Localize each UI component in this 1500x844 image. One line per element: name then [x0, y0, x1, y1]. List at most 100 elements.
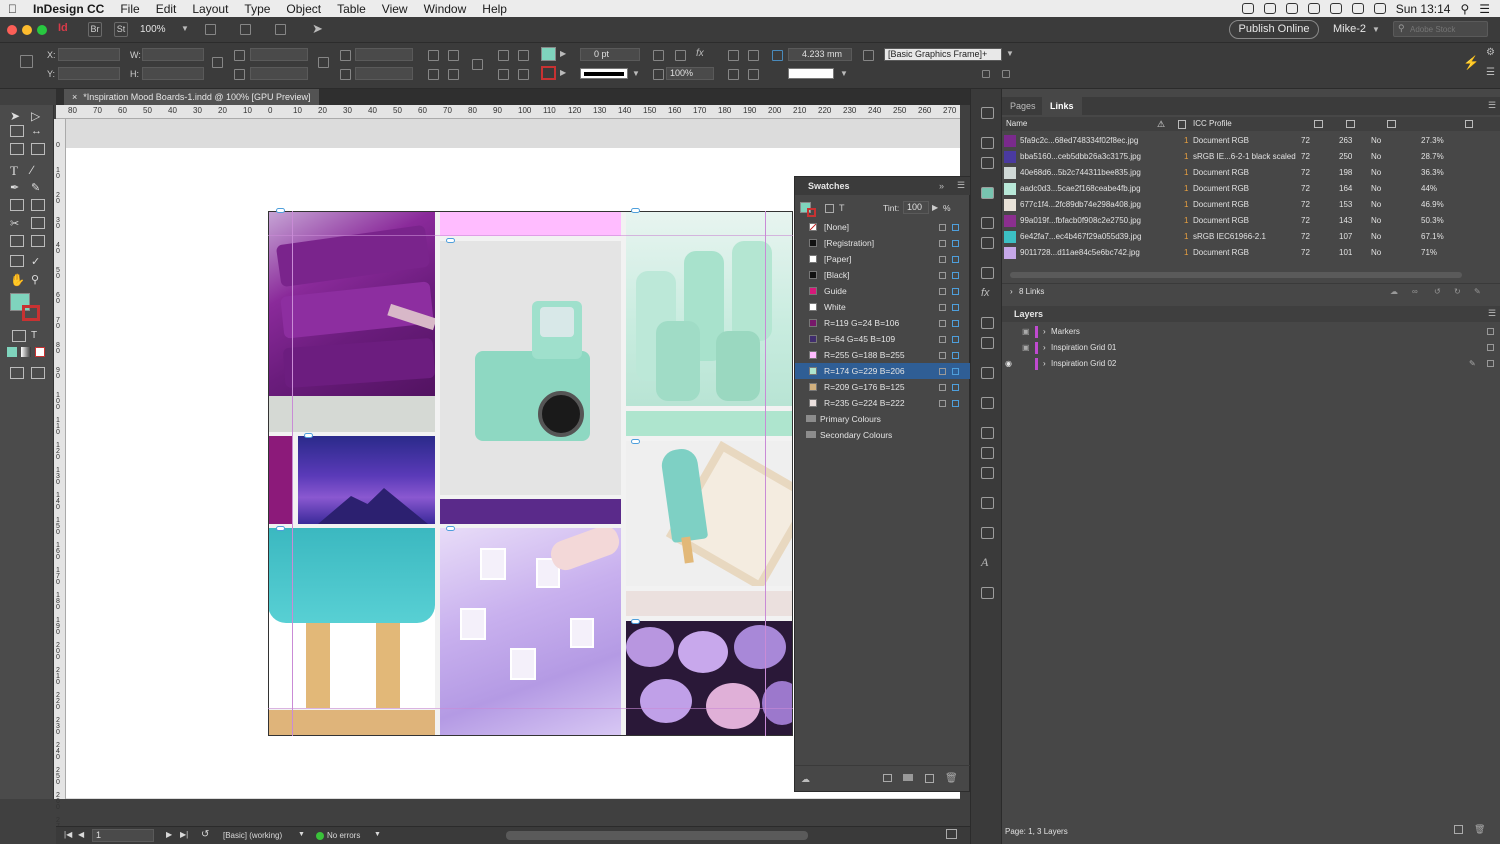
shear-icon[interactable] — [340, 69, 351, 80]
flip-horizontal-icon[interactable] — [428, 69, 439, 80]
layers-menu-icon[interactable]: ☰ — [1488, 308, 1496, 319]
link-chain-icon[interactable] — [631, 439, 640, 444]
split-layout-icon[interactable] — [946, 829, 957, 839]
scale-x-field[interactable] — [250, 48, 308, 61]
links-menu-icon[interactable]: ☰ — [1488, 100, 1496, 111]
layer-row[interactable]: ◉ › Inspiration Grid 02 ✎ — [1002, 356, 1500, 372]
publish-online-button[interactable]: Publish Online — [1229, 20, 1319, 39]
text-wrap-panel-icon[interactable] — [981, 397, 994, 409]
vertical-ruler[interactable]: 0 1 0 2 0 3 0 4 0 5 0 6 0 7 0 8 0 9 0 1 0 0 1 1 0 1 … — [54, 119, 66, 836]
link-row[interactable]: 677c1f4...2fc89db74e298a408.jpg Document … — [1002, 197, 1500, 213]
new-layer-icon[interactable] — [1454, 825, 1463, 834]
corner-shape-dropdown-icon[interactable]: ▼ — [840, 69, 848, 78]
effects-fx-icon[interactable]: fx — [696, 48, 704, 59]
formatting-text-icon[interactable]: T — [839, 203, 845, 213]
menu-window[interactable]: Window — [416, 2, 475, 16]
document-tab[interactable]: × *Inspiration Mood Boards-1.indd @ 100% … — [64, 89, 319, 105]
rotate-cw-icon[interactable] — [428, 50, 439, 61]
links-horizontal-scrollbar[interactable] — [1010, 272, 1462, 278]
placeholder-mint-strip[interactable] — [626, 411, 793, 436]
preflight-profile[interactable]: [Basic] (working) — [223, 831, 282, 840]
selection-tool-icon[interactable]: ➤ — [10, 109, 24, 123]
horizontal-ruler[interactable]: 80 70 60 50 40 30 20 10 0 10 20 30 40 50 60 70 80 90 100 11… — [56, 105, 960, 119]
status-extra-icon[interactable] — [1241, 3, 1254, 14]
swatches-panel-icon[interactable] — [981, 187, 994, 199]
update-link-icon[interactable]: ↻ — [1454, 284, 1461, 300]
layer-row[interactable]: ▣ › Markers — [1002, 324, 1500, 340]
image-mint-icepop-box[interactable] — [626, 441, 793, 586]
gradient-swatch-tool-icon[interactable] — [10, 235, 24, 247]
hyperlinks-panel-icon[interactable] — [981, 587, 994, 599]
image-teal-popsicle[interactable] — [268, 528, 435, 708]
link-chain-icon[interactable] — [276, 208, 285, 213]
align-top-icon[interactable] — [748, 69, 759, 80]
rectangle-frame-tool-icon[interactable] — [10, 199, 24, 211]
object-style-chevron-icon[interactable]: ▼ — [1006, 49, 1014, 58]
swatch-row[interactable]: [Paper] — [795, 251, 971, 267]
wifi-icon[interactable] — [1329, 3, 1342, 14]
menu-view[interactable]: View — [374, 2, 416, 16]
apply-color-icon[interactable] — [7, 347, 17, 357]
preflight-dropdown-icon[interactable]: ▼ — [374, 831, 381, 838]
bridge-button[interactable]: Br — [88, 22, 102, 37]
go-to-link-icon[interactable]: ↺ — [1434, 284, 1441, 300]
swatch-row[interactable]: R=119 G=24 B=106 — [795, 315, 971, 331]
swatch-row[interactable]: White — [795, 299, 971, 315]
gpu-performance-icon[interactable]: ➤ — [312, 21, 323, 37]
glyphs-panel-icon[interactable]: A — [981, 555, 988, 570]
tint-field[interactable]: 100 — [903, 201, 929, 214]
missing-warning-icon[interactable]: ⚠ — [1157, 117, 1165, 131]
direct-selection-tool-icon[interactable]: ▷ — [31, 109, 45, 123]
swatches-panel-title[interactable]: Swatches — [795, 177, 971, 195]
window-zoom-button[interactable] — [37, 25, 47, 35]
table-panel-icon[interactable] — [981, 527, 994, 539]
zoom-level[interactable]: 100% — [140, 24, 166, 35]
chevron-down-icon[interactable]: ▼ — [1372, 25, 1380, 34]
image-purple-mountains[interactable] — [298, 436, 435, 524]
menu-layout[interactable]: Layout — [184, 2, 236, 16]
image-purple-popsicles[interactable] — [268, 211, 435, 432]
hand-tool-icon[interactable]: ✋ — [10, 273, 25, 287]
stroke-panel-icon[interactable] — [981, 217, 994, 229]
constrain-scale-icon[interactable] — [318, 57, 329, 68]
color-panel-icon[interactable] — [981, 237, 994, 249]
scissors-tool-icon[interactable]: ✂ — [10, 217, 24, 230]
menu-file[interactable]: File — [112, 2, 147, 16]
link-chain-icon[interactable] — [631, 619, 640, 624]
show-swatch-kinds-icon[interactable] — [883, 774, 892, 782]
stroke-type-dropdown-icon[interactable]: ▼ — [632, 69, 640, 78]
link-chain-icon[interactable] — [446, 526, 455, 531]
effective-ppi-column-icon[interactable] — [1346, 120, 1355, 128]
free-transform-tool-icon[interactable] — [31, 217, 45, 229]
stroke-swatch[interactable] — [541, 66, 556, 80]
text-wrap-none-icon[interactable] — [728, 50, 739, 61]
screen-mode-icon[interactable] — [240, 24, 251, 35]
column-guide[interactable] — [765, 211, 766, 736]
new-swatch-icon[interactable] — [925, 774, 934, 783]
swatch-row[interactable]: [None] — [795, 219, 971, 235]
visibility-eye-icon[interactable]: ◉ — [1005, 356, 1012, 372]
eyedropper-tool-icon[interactable]: ✓ — [31, 255, 45, 268]
layer-selection-square[interactable] — [1487, 328, 1494, 335]
preview-mode-icon[interactable] — [31, 367, 45, 379]
fitting-frame-icon[interactable] — [653, 50, 664, 61]
expand-layer-icon[interactable]: › — [1043, 324, 1046, 340]
stock-button[interactable]: St — [114, 22, 128, 37]
next-page-icon[interactable]: ▶ — [166, 830, 172, 839]
cc-libraries-panel-icon[interactable] — [981, 367, 994, 379]
swatch-row[interactable]: [Black] — [795, 267, 971, 283]
rotation-icon[interactable] — [340, 50, 351, 61]
layer-selection-square[interactable] — [1487, 344, 1494, 351]
delete-swatch-icon[interactable]: 🗑 — [945, 773, 958, 784]
image-mint-bottles[interactable] — [626, 211, 793, 406]
swatch-row[interactable]: R=174 G=229 B=206 — [795, 363, 971, 379]
lock-icon[interactable]: ▣ — [1022, 340, 1030, 356]
note-tool-icon[interactable] — [10, 255, 24, 267]
placeholder-magenta-strip[interactable] — [268, 436, 293, 524]
stroke-dropdown-icon[interactable]: ▶ — [560, 68, 566, 77]
expand-layer-icon[interactable]: › — [1043, 356, 1046, 372]
spotlight-icon[interactable]: ⚲ — [1460, 2, 1469, 16]
normal-view-icon[interactable] — [10, 367, 24, 379]
swatch-row[interactable]: Guide — [795, 283, 971, 299]
object-style-dropdown[interactable]: [Basic Graphics Frame]+ — [884, 48, 1002, 61]
